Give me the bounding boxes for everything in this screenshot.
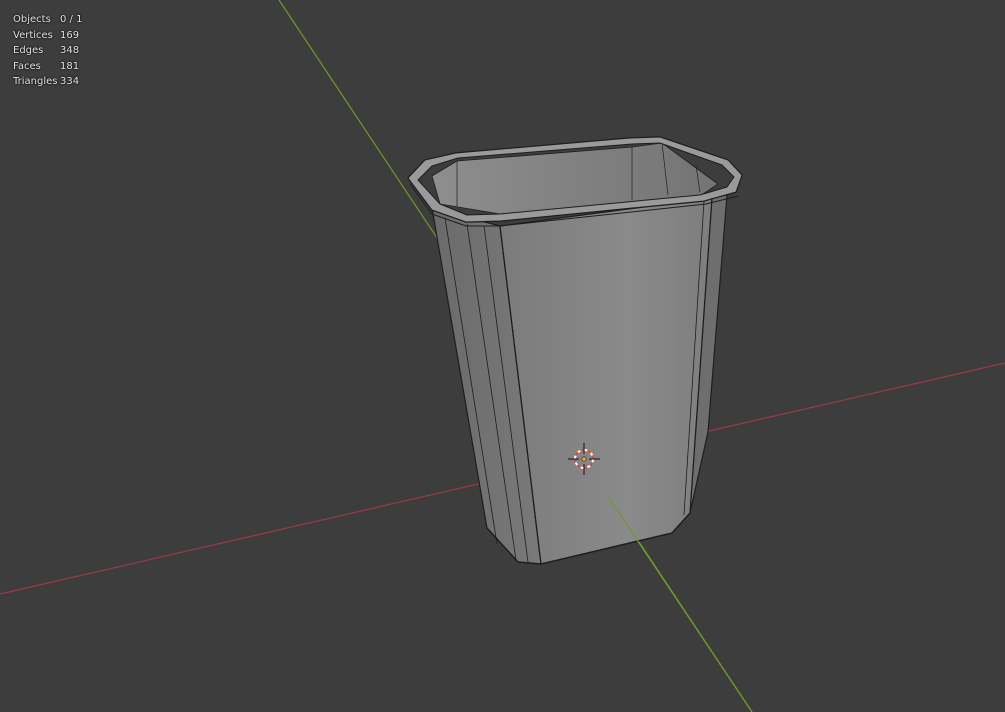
stat-row-faces: Faces 181 <box>13 59 82 75</box>
scene-statistics-overlay: Objects 0 / 1 Vertices 169 Edges 348 Fac… <box>13 12 82 90</box>
stat-row-triangles: Triangles 334 <box>13 74 82 90</box>
stat-row-edges: Edges 348 <box>13 43 82 59</box>
stat-value: 334 <box>60 76 80 87</box>
stat-label: Vertices <box>13 29 53 41</box>
stat-value: 181 <box>60 60 80 72</box>
stat-label: Edges <box>13 45 44 56</box>
stat-label: Faces <box>13 60 41 72</box>
stat-label: Triangles <box>13 76 58 87</box>
trash-bin-mesh[interactable] <box>407 136 743 565</box>
stat-label: Objects <box>13 14 51 25</box>
stat-row-vertices: Vertices 169 <box>13 28 82 44</box>
stat-row-objects: Objects 0 / 1 <box>13 12 82 28</box>
object-origin-icon <box>581 456 587 462</box>
3d-viewport[interactable]: Objects 0 / 1 Vertices 169 Edges 348 Fac… <box>0 0 1005 712</box>
stat-value: 169 <box>60 29 80 41</box>
viewport-scene[interactable] <box>0 0 1005 712</box>
y-axis-line-front <box>608 497 753 712</box>
stat-value: 348 <box>60 45 80 56</box>
stat-value: 0 / 1 <box>60 14 83 25</box>
